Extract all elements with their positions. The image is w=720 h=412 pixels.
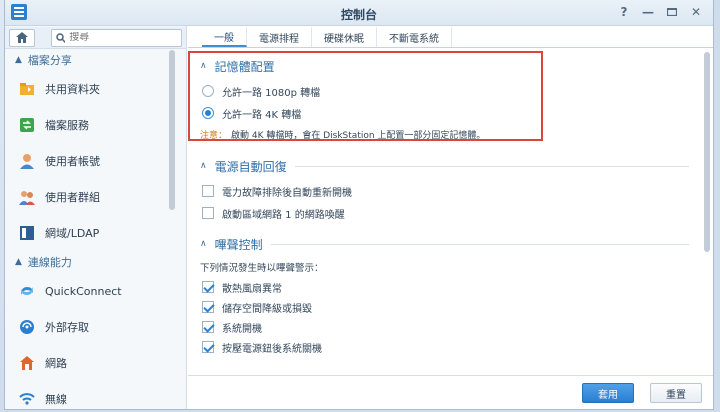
- divider: [294, 165, 689, 167]
- home-button[interactable]: [9, 28, 35, 47]
- radio-button[interactable]: [202, 85, 214, 97]
- checkbox[interactable]: [202, 207, 214, 219]
- search-input[interactable]: [65, 32, 181, 43]
- checkbox-fan-fail[interactable]: 散熱風扇異常: [188, 277, 699, 297]
- checkbox-auto-restart[interactable]: 電力故障排除後自動重新開機: [188, 181, 699, 201]
- tab-power-schedule[interactable]: 電源排程: [247, 27, 312, 47]
- tab-bar: 一般 電源排程 硬碟休眠 不斷電系統: [188, 26, 713, 48]
- group-beep-header[interactable]: ∧ 嗶聲控制: [188, 235, 699, 253]
- checkbox-checked[interactable]: [202, 341, 214, 353]
- footer-bar: 套用 重置: [188, 375, 713, 409]
- sidebar-item-quickconnect[interactable]: QuickConnect: [5, 273, 186, 309]
- sidebar: ▲ 檔案分享 共用資料夾 檔案服務 使用者帳號 使用者群組: [5, 26, 187, 409]
- domain-ldap-icon: [19, 225, 35, 241]
- reset-button[interactable]: 重置: [650, 383, 702, 403]
- checkbox[interactable]: [202, 185, 214, 197]
- checkbox-checked[interactable]: [202, 301, 214, 313]
- chevron-up-icon: ∧: [200, 161, 207, 171]
- checkbox-wake-on-lan[interactable]: 啟動區域網路 1 的網路喚醒: [188, 203, 699, 223]
- tab-hdd-hibernation[interactable]: 硬碟休眠: [312, 27, 377, 47]
- highlight-box: [188, 51, 543, 141]
- section-file-sharing[interactable]: ▲ 檔案分享: [5, 49, 186, 71]
- group-power-recovery-header[interactable]: ∧ 電源自動回復: [188, 157, 699, 175]
- user-icon: [19, 153, 35, 169]
- settings-content: ∧ 記憶體配置 允許一路 1080p 轉檔 允許一路 4K 轉檔 注意： 啟動 …: [188, 49, 699, 375]
- chevron-up-icon: ▲: [15, 257, 22, 267]
- sidebar-scrollbar[interactable]: [169, 50, 175, 210]
- tab-general[interactable]: 一般: [202, 27, 247, 47]
- user-group-icon: [19, 189, 35, 205]
- sidebar-item-network[interactable]: 網路: [5, 345, 186, 381]
- main-scrollbar[interactable]: [704, 52, 710, 252]
- apply-button[interactable]: 套用: [582, 383, 634, 403]
- folder-share-icon: [19, 81, 35, 97]
- tab-ups[interactable]: 不斷電系統: [377, 27, 452, 47]
- sidebar-item-user-group[interactable]: 使用者群組: [5, 179, 186, 215]
- search-box[interactable]: [51, 28, 182, 47]
- title-bar[interactable]: 控制台 ? — ✕: [5, 0, 713, 26]
- radio-button-selected[interactable]: [202, 107, 214, 119]
- sidebar-item-wireless[interactable]: 無線: [5, 381, 186, 412]
- desktop-edge: [714, 0, 720, 412]
- main-panel: 一般 電源排程 硬碟休眠 不斷電系統 ∧ 記憶體配置 允許一路 1080p 轉檔…: [188, 26, 713, 409]
- chevron-up-icon: ∧: [200, 239, 207, 249]
- quickconnect-icon: [19, 283, 35, 299]
- minimize-icon[interactable]: —: [639, 4, 657, 20]
- section-connectivity[interactable]: ▲ 連線能力: [5, 251, 186, 273]
- window-title: 控制台: [340, 8, 377, 22]
- sidebar-item-user[interactable]: 使用者帳號: [5, 143, 186, 179]
- checkbox-power-button-shutdown[interactable]: 按壓電源鈕後系統關機: [188, 337, 699, 357]
- wireless-icon: [19, 391, 35, 407]
- external-access-icon: [19, 319, 35, 335]
- sidebar-item-shared-folder[interactable]: 共用資料夾: [5, 71, 186, 107]
- sidebar-item-domain-ldap[interactable]: 網域/LDAP: [5, 215, 186, 251]
- checkbox-volume-degraded[interactable]: 儲存空間降級或損毀: [188, 297, 699, 317]
- checkbox-checked[interactable]: [202, 321, 214, 333]
- file-services-icon: [19, 117, 35, 133]
- search-icon: [56, 32, 66, 43]
- checkbox-system-boot[interactable]: 系統開機: [188, 317, 699, 337]
- chevron-up-icon: ▲: [15, 55, 22, 65]
- network-icon: [19, 355, 35, 371]
- help-icon[interactable]: ?: [615, 4, 633, 20]
- beep-intro: 下列情況發生時以嗶聲警示：: [200, 263, 324, 274]
- control-panel-window: 控制台 ? — ✕ ▲ 檔案分享: [4, 0, 714, 410]
- divider: [270, 243, 689, 245]
- close-icon[interactable]: ✕: [687, 4, 705, 20]
- sidebar-item-file-services[interactable]: 檔案服務: [5, 107, 186, 143]
- maximize-icon[interactable]: [663, 4, 681, 20]
- sidebar-item-external-access[interactable]: 外部存取: [5, 309, 186, 345]
- checkbox-checked[interactable]: [202, 281, 214, 293]
- home-icon: [16, 32, 28, 43]
